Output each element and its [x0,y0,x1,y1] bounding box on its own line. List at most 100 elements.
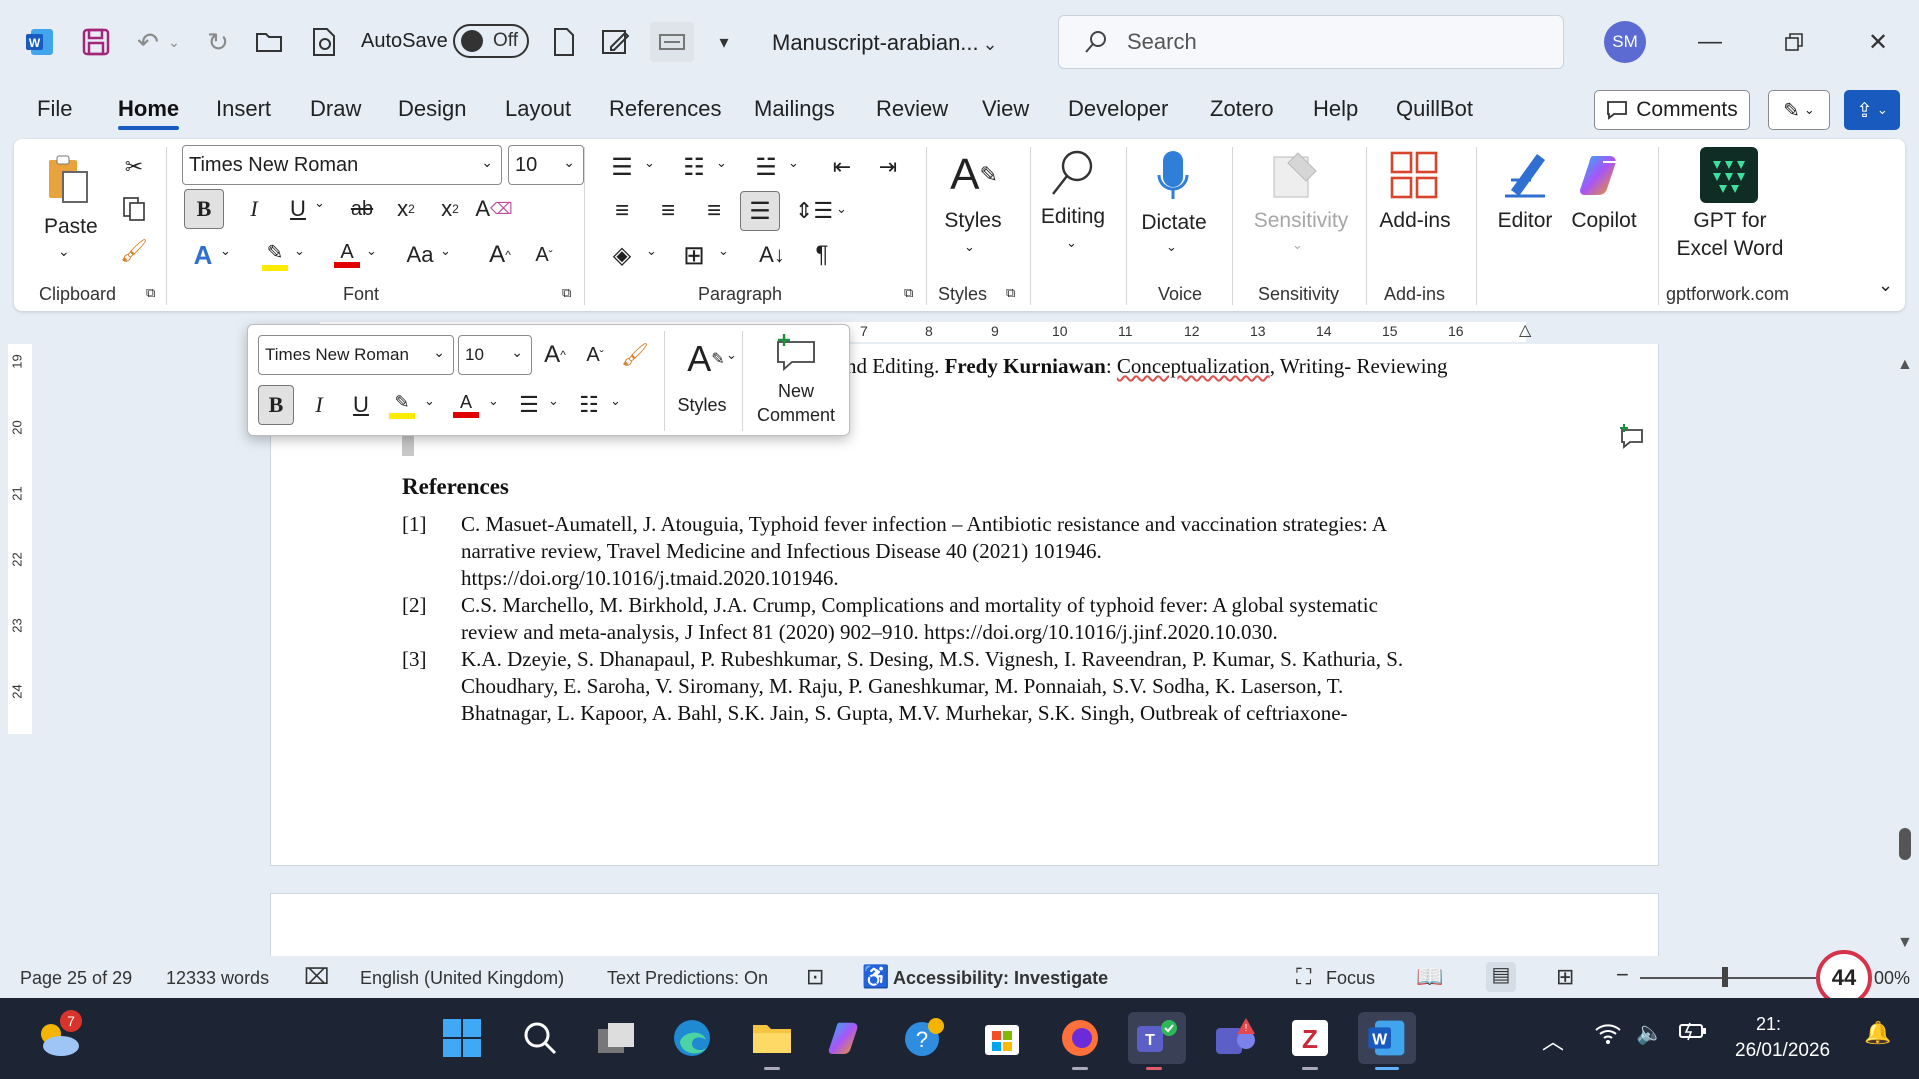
scroll-up-icon[interactable]: ▲ [1897,356,1913,374]
shrink-font-icon[interactable]: Aˇ [526,235,562,275]
mini-shrink-font-icon[interactable]: Aˇ [578,337,612,373]
tab-review[interactable]: Review [876,96,948,122]
numbering-dropdown-icon[interactable]: ⌄ [716,155,727,171]
tab-layout[interactable]: Layout [505,96,571,122]
undo-icon[interactable]: ↶ [130,22,166,62]
shading-icon[interactable]: ◈ [602,235,642,275]
line-spacing-dropdown-icon[interactable]: ⌄ [836,201,847,217]
paragraph-launcher-icon[interactable]: ⧉ [904,285,913,301]
gpt-label-line2[interactable]: Excel Word [1670,237,1790,261]
mini-font-color-dropdown-icon[interactable]: ⌄ [488,393,499,409]
form-icon[interactable] [650,22,694,62]
right-indent-marker[interactable]: △ [1519,320,1531,340]
minimize-icon[interactable]: — [1690,22,1730,62]
title-dropdown-icon[interactable]: ⌄ [972,24,1008,64]
reference-line[interactable]: review and meta-analysis, J Infect 81 (2… [461,620,1278,645]
increase-indent-icon[interactable]: ⇥ [868,149,908,185]
font-color-dropdown-icon[interactable]: ⌄ [366,243,377,259]
copilot-icon[interactable] [1576,147,1632,203]
clock-time[interactable]: 21: [1756,1014,1781,1035]
print-layout-icon[interactable]: ▤ [1486,962,1516,992]
mini-italic-button[interactable]: I [302,385,336,425]
customize-toolbar-icon[interactable]: ▾ [706,22,742,62]
volume-icon[interactable]: 🔈 [1636,1020,1663,1046]
editor-icon[interactable] [1498,147,1554,203]
scroll-thumb[interactable] [1899,828,1911,860]
zoom-slider-track[interactable] [1640,977,1816,979]
new-comment-line2[interactable]: Comment [746,405,846,426]
bullets-dropdown-icon[interactable]: ⌄ [644,155,655,171]
references-heading[interactable]: References [402,474,509,500]
page-count[interactable]: Page 25 of 29 [20,968,132,989]
vertical-ruler[interactable]: 19 20 21 22 23 24 [8,344,32,734]
tab-design[interactable]: Design [398,96,466,122]
gpt-label-line1[interactable]: GPT for [1670,209,1790,233]
tab-references[interactable]: References [609,96,722,122]
clock-date[interactable]: 26/01/2026 [1735,1040,1830,1062]
mini-styles-icon[interactable]: A ✎ [680,335,732,383]
tab-insert[interactable]: Insert [216,96,271,122]
teams-icon[interactable]: T [1128,1012,1186,1070]
align-center-icon[interactable]: ≡ [648,191,688,231]
line-spacing-icon[interactable]: ⇕☰ [794,191,834,231]
text-predictions-label[interactable]: Text Predictions: On [607,968,768,989]
font-size-combo[interactable]: 10 ⌄ [508,145,584,185]
focus-icon[interactable]: ⛶ [1296,964,1311,990]
add-ins-label[interactable]: Add-ins [1374,209,1456,233]
copy-icon[interactable] [118,193,150,225]
copilot-taskbar-icon[interactable] [822,1012,874,1064]
mini-grow-font-icon[interactable]: A ^ [538,337,572,373]
microsoft-store-icon[interactable] [976,1012,1028,1064]
zotero-icon[interactable]: Z [1284,1012,1336,1070]
highlight-dropdown-icon[interactable]: ⌄ [294,243,305,259]
new-document-icon[interactable] [546,22,582,62]
zoom-out-icon[interactable]: − [1616,962,1629,988]
tab-quillbot[interactable]: QuillBot [1396,96,1473,122]
search-taskbar-icon[interactable] [514,1012,566,1064]
subscript-button[interactable]: x2 [388,189,424,229]
undo-dropdown-icon[interactable]: ⌄ [164,22,184,62]
new-comment-margin-icon[interactable] [1618,424,1646,450]
mini-highlight-dropdown-icon[interactable]: ⌄ [424,393,435,409]
close-icon[interactable]: ✕ [1858,22,1898,62]
redo-icon[interactable]: ↻ [200,22,236,62]
share-button[interactable]: ⇪ ⌄ [1844,90,1900,130]
editing-mode-button[interactable]: ✎ ⌄ [1768,90,1830,130]
cut-icon[interactable]: ✂ [118,151,150,183]
macro-recorder-icon[interactable]: ⊡ [806,964,824,990]
teams-classic-icon[interactable]: ! [1210,1012,1262,1064]
copilot-label[interactable]: Copilot [1568,209,1640,233]
mini-bold-button[interactable]: B [258,385,294,425]
clear-formatting-icon[interactable]: A ⌫ [475,189,512,229]
print-preview-icon[interactable] [306,22,342,62]
save-icon[interactable] [78,22,114,62]
editor-label[interactable]: Editor [1490,209,1560,233]
dictate-label[interactable]: Dictate [1136,211,1212,235]
file-explorer-icon[interactable] [746,1012,798,1070]
grow-font-icon[interactable]: A ^ [482,235,518,275]
multilevel-list-icon[interactable]: ☱ [746,149,786,185]
zoom-level[interactable]: 00% [1874,968,1910,989]
styles-launcher-icon[interactable]: ⧉ [1006,285,1015,301]
zoom-slider-thumb[interactable] [1722,967,1728,987]
mini-underline-button[interactable]: U [344,385,378,425]
firefox-icon[interactable] [1054,1012,1106,1070]
format-painter-icon[interactable]: 🖌 [118,235,150,267]
edge-icon[interactable] [666,1012,718,1064]
font-launcher-icon[interactable]: ⧉ [562,285,571,301]
scroll-down-icon[interactable]: ▼ [1897,934,1913,952]
mini-new-comment-icon[interactable] [764,333,828,373]
mini-font-combo[interactable]: Times New Roman ⌄ [258,335,454,375]
underline-button[interactable]: U [280,189,316,229]
document-title[interactable]: Manuscript-arabian... [772,30,979,56]
tray-chevron-up-icon[interactable]: ︿ [1542,1024,1564,1056]
reference-line[interactable]: https://doi.org/10.1016/j.tmaid.2020.101… [461,566,839,591]
change-case-dropdown-icon[interactable]: ⌄ [440,243,451,259]
comments-button[interactable]: Comments [1594,90,1750,130]
dictate-dropdown-icon[interactable]: ⌄ [1166,239,1177,255]
paste-dropdown-icon[interactable]: ⌄ [58,243,70,260]
reference-line[interactable]: Bhatnagar, L. Kapoor, A. Bahl, S.K. Jain… [461,701,1348,726]
word-taskbar-icon[interactable]: W [1358,1012,1416,1070]
font-name-combo[interactable]: Times New Roman ⌄ [182,145,502,185]
bold-button[interactable]: B [184,189,224,229]
